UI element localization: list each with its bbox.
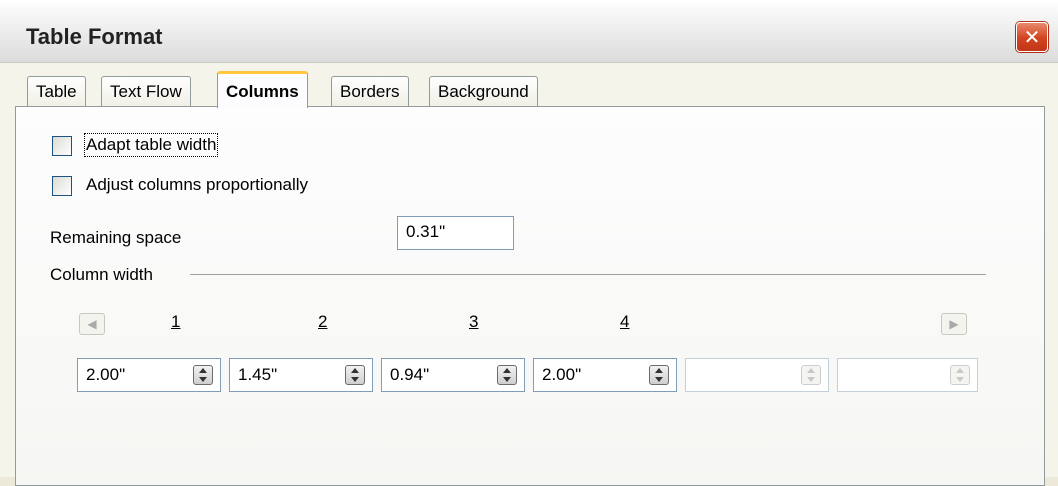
spin-up-icon [807, 368, 815, 373]
spin-up-icon [956, 368, 964, 373]
column-6-spinner [950, 365, 970, 385]
adjust-columns-label[interactable]: Adjust columns proportionally [86, 175, 308, 195]
column-1-spinner[interactable] [193, 365, 213, 385]
column-number-2: 2 [318, 312, 328, 331]
column-2-width-field[interactable]: 1.45" [229, 358, 373, 392]
column-2-spinner[interactable] [345, 365, 365, 385]
spin-up-icon [503, 368, 511, 373]
scroll-right-button[interactable]: ▶ [941, 313, 967, 335]
spin-down-icon [807, 377, 815, 382]
remaining-space-label: Remaining space [50, 228, 182, 247]
scroll-left-button[interactable]: ◀ [79, 313, 105, 335]
column-width-heading: Column width [50, 265, 153, 284]
column-1-width-value: 2.00" [86, 365, 126, 384]
column-6-width-field [837, 358, 978, 392]
column-number-3: 3 [469, 312, 479, 331]
column-2-width-value: 1.45" [238, 365, 278, 384]
arrow-left-icon: ◀ [87, 317, 97, 331]
arrow-right-icon: ▶ [949, 317, 959, 331]
spin-up-icon [199, 368, 207, 373]
section-divider [190, 274, 986, 275]
column-4-width-value: 2.00" [542, 365, 582, 384]
spin-up-icon [351, 368, 359, 373]
column-3-width-field[interactable]: 0.94" [381, 358, 525, 392]
adapt-table-width-checkbox[interactable] [52, 136, 72, 156]
column-number-4: 4 [620, 312, 630, 331]
column-4-width-field[interactable]: 2.00" [533, 358, 677, 392]
adapt-table-width-label[interactable]: Adapt table width [83, 133, 219, 157]
column-4-spinner[interactable] [649, 365, 669, 385]
spin-down-icon [351, 377, 359, 382]
remaining-space-field: 0.31" [397, 216, 514, 250]
column-3-width-value: 0.94" [390, 365, 430, 384]
column-5-spinner [801, 365, 821, 385]
adjust-columns-checkbox[interactable] [52, 176, 72, 196]
spin-up-icon [655, 368, 663, 373]
column-3-spinner[interactable] [497, 365, 517, 385]
column-5-width-field [685, 358, 829, 392]
spin-down-icon [655, 377, 663, 382]
spin-down-icon [199, 377, 207, 382]
column-number-1: 1 [171, 312, 181, 331]
spin-down-icon [956, 377, 964, 382]
spin-down-icon [503, 377, 511, 382]
column-1-width-field[interactable]: 2.00" [77, 358, 221, 392]
